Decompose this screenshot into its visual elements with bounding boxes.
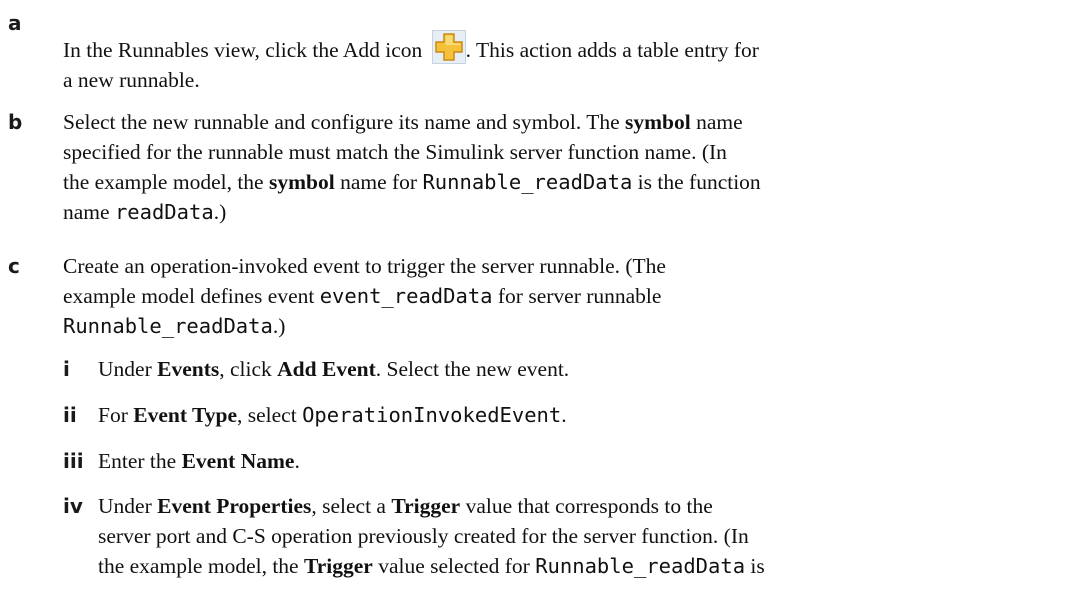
code-text: Runnable_readData xyxy=(535,554,746,578)
step-text: Create an operation-invoked event to tri… xyxy=(63,254,666,338)
substep-marker: i xyxy=(63,357,70,381)
substep-marker: iii xyxy=(63,449,84,473)
substep-marker: ii xyxy=(63,403,77,427)
substep-text: Enter the Event Name. xyxy=(98,449,300,473)
substep-marker: iv xyxy=(63,494,83,518)
code-text: readData xyxy=(114,200,214,224)
add-icon xyxy=(431,30,466,64)
substep-text: Under Events, click Add Event. Select th… xyxy=(98,357,570,381)
code-text: Runnable_readData xyxy=(422,170,633,194)
document-page: { "steps": { "a": { "marker": "a", "text… xyxy=(0,0,1065,597)
code-text: OperationInvokedEvent xyxy=(302,403,562,427)
step-marker: b xyxy=(8,110,23,134)
substep-text: Under Event Properties, select a Trigger… xyxy=(98,494,765,578)
code-text: Runnable_readData xyxy=(63,314,273,338)
substep-text: For Event Type, select OperationInvokedE… xyxy=(98,403,567,427)
step-text: In the Runnables view, click the Add ico… xyxy=(63,30,1043,95)
step-marker: c xyxy=(8,254,20,278)
code-text: event_readData xyxy=(319,284,493,308)
step-marker: a xyxy=(8,11,22,35)
step-text: Select the new runnable and configure it… xyxy=(63,110,761,224)
